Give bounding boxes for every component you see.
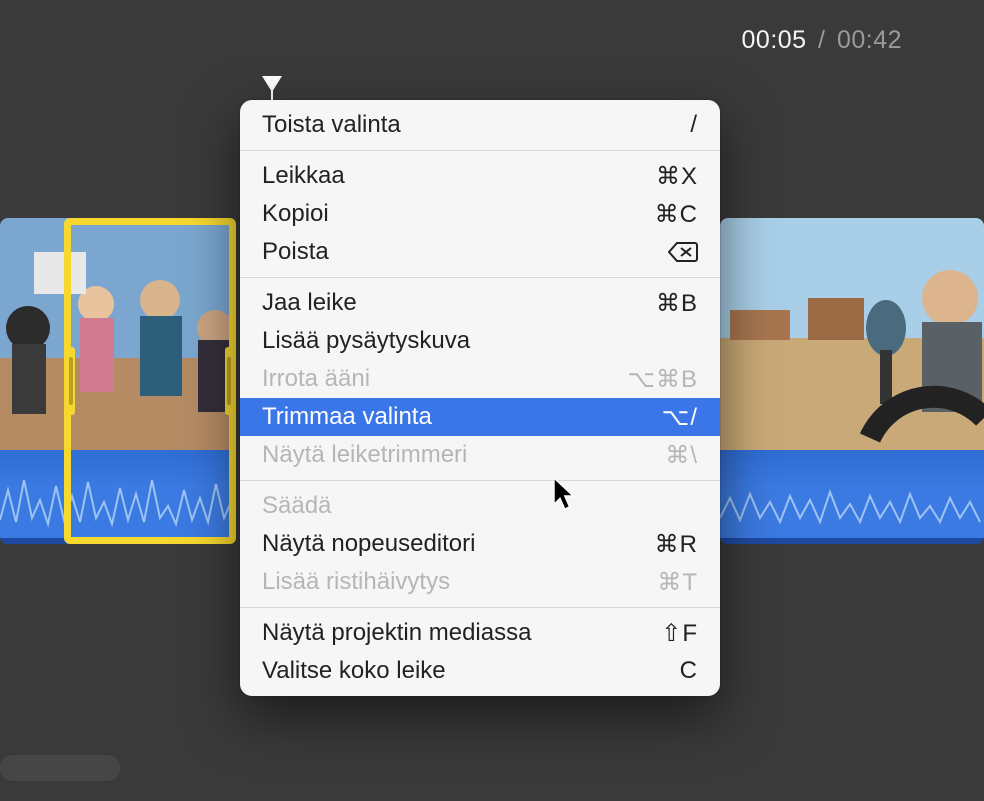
menu-item-label: Näytä nopeuseditori — [262, 530, 475, 558]
menu-item-label: Poista — [262, 238, 329, 266]
menu-item-show-clip-trimmer: Näytä leiketrimmeri ⌘\ — [240, 436, 720, 474]
menu-item-shortcut: ⌘T — [657, 568, 698, 597]
menu-item-shortcut: ⌘B — [656, 289, 698, 318]
menu-item-label: Trimmaa valinta — [262, 403, 432, 431]
menu-separator — [240, 607, 720, 608]
menu-item-label: Näytä projektin mediassa — [262, 619, 531, 647]
time-separator: / — [818, 26, 825, 54]
menu-item-label: Irrota ääni — [262, 365, 370, 393]
time-total: 00:42 — [837, 26, 902, 54]
clip-thumbnail — [0, 218, 234, 450]
menu-item-reveal-in-media[interactable]: Näytä projektin mediassa ⇧F — [240, 614, 720, 652]
menu-item-adjust: Säädä — [240, 487, 720, 525]
menu-item-shortcut: ⌘R — [655, 530, 698, 559]
clip-audio-waveform — [720, 450, 984, 544]
menu-item-label: Jaa leike — [262, 289, 357, 317]
menu-item-add-freeze-frame[interactable]: Lisää pysäytyskuva — [240, 322, 720, 360]
menu-separator — [240, 150, 720, 151]
menu-separator — [240, 480, 720, 481]
menu-item-label: Leikkaa — [262, 162, 345, 190]
menu-item-shortcut: ⌥⌘B — [627, 365, 698, 394]
menu-item-select-whole-clip[interactable]: Valitse koko leike C — [240, 652, 720, 690]
menu-item-shortcut: C — [680, 657, 698, 685]
playhead-icon[interactable] — [262, 76, 282, 100]
menu-item-label: Toista valinta — [262, 111, 401, 139]
menu-item-trim-selection[interactable]: Trimmaa valinta ⌥/ — [240, 398, 720, 436]
delete-icon — [668, 241, 698, 263]
menu-item-show-speed-editor[interactable]: Näytä nopeuseditori ⌘R — [240, 525, 720, 563]
menu-item-shortcut: ⌥/ — [662, 403, 698, 432]
menu-item-shortcut: ⇧F — [661, 619, 698, 648]
menu-item-label: Näytä leiketrimmeri — [262, 441, 467, 469]
menu-item-label: Säädä — [262, 492, 331, 520]
menu-item-play-selection[interactable]: Toista valinta / — [240, 106, 720, 144]
menu-item-label: Lisää ristihäivytys — [262, 568, 450, 596]
menu-item-label: Lisää pysäytyskuva — [262, 327, 470, 355]
menu-separator — [240, 277, 720, 278]
menu-item-shortcut: ⌘C — [655, 200, 698, 229]
timeline-clip[interactable] — [720, 218, 984, 544]
time-current: 00:05 — [742, 26, 807, 54]
menu-item-split-clip[interactable]: Jaa leike ⌘B — [240, 284, 720, 322]
clip-audio-waveform — [0, 450, 234, 544]
menu-item-cut[interactable]: Leikkaa ⌘X — [240, 157, 720, 195]
menu-item-detach-audio: Irrota ääni ⌥⌘B — [240, 360, 720, 398]
menu-item-label: Valitse koko leike — [262, 657, 446, 685]
timeline-clip[interactable] — [0, 218, 234, 544]
menu-item-copy[interactable]: Kopioi ⌘C — [240, 195, 720, 233]
menu-item-delete[interactable]: Poista — [240, 233, 720, 271]
menu-item-shortcut: ⌘X — [656, 162, 698, 191]
time-display: 00:05 / 00:42 — [742, 26, 902, 55]
menu-item-add-crossfade: Lisää ristihäivytys ⌘T — [240, 563, 720, 601]
menu-item-shortcut: ⌘\ — [665, 441, 698, 470]
scrollbar[interactable] — [0, 755, 120, 781]
menu-item-shortcut: / — [690, 111, 698, 139]
menu-item-label: Kopioi — [262, 200, 329, 228]
clip-thumbnail — [720, 218, 984, 450]
context-menu: Toista valinta / Leikkaa ⌘X Kopioi ⌘C Poista Ja… — [240, 100, 720, 696]
